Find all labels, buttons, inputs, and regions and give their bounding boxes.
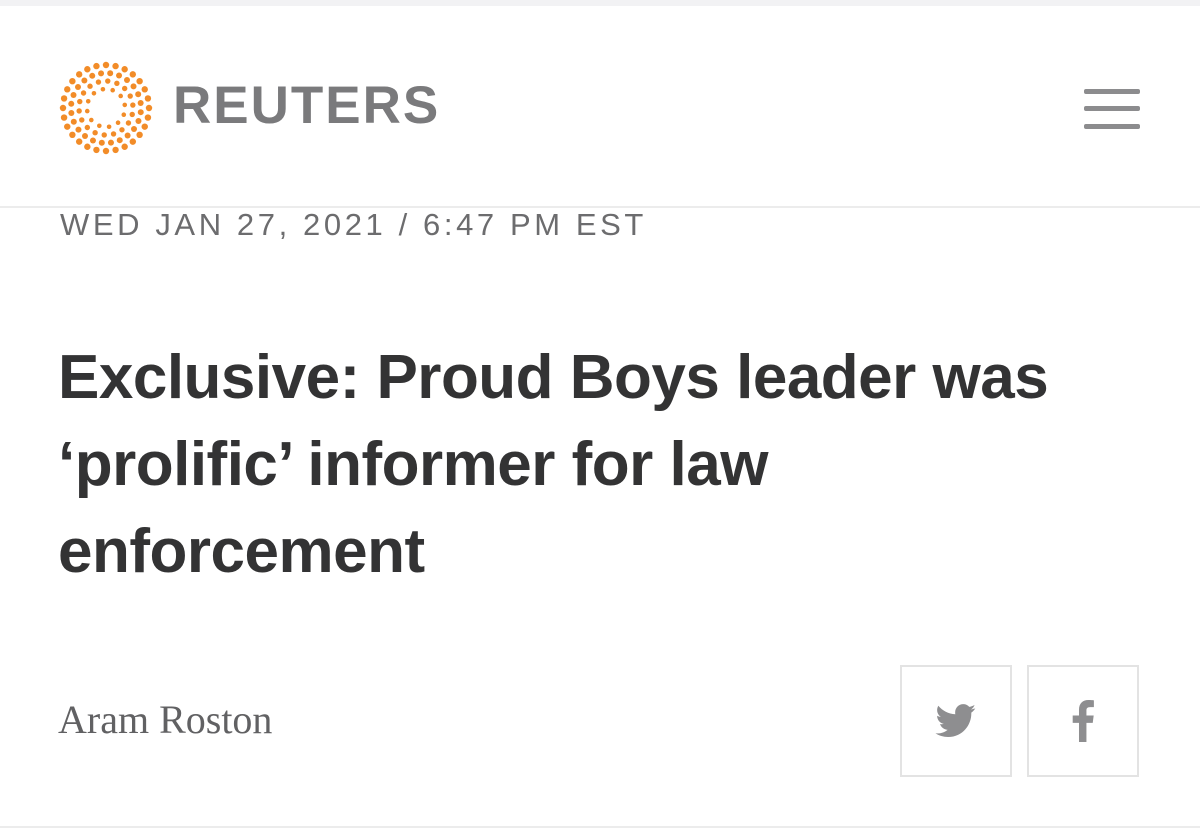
logo-dot	[105, 78, 111, 84]
site-header: REUTERS	[0, 6, 1200, 208]
menu-bar	[1084, 89, 1140, 94]
logo-dot	[141, 86, 148, 93]
logo-dot	[121, 66, 128, 73]
logo-dot	[101, 132, 107, 138]
logo-dot	[141, 123, 148, 130]
logo-dot	[107, 70, 114, 77]
logo-dot	[69, 131, 76, 139]
logo-dot	[60, 114, 68, 121]
logo-dot	[70, 118, 77, 125]
logo-dot	[93, 146, 100, 154]
logo-dot	[75, 71, 83, 78]
logo-dot	[124, 132, 131, 139]
article-headline: Exclusive: Proud Boys leader was ‘prolif…	[58, 343, 1049, 586]
logo-dot	[84, 124, 91, 131]
logo-dot	[110, 87, 115, 93]
logo-dot	[60, 95, 68, 102]
logo-dot	[107, 139, 114, 146]
logo-dot	[130, 102, 136, 108]
logo-dot	[89, 72, 96, 79]
logo-dot	[129, 138, 137, 145]
logo-dot	[80, 90, 87, 96]
logo-dot	[93, 62, 100, 70]
logo-dot	[84, 108, 90, 114]
logo-dot	[116, 72, 123, 79]
logo-dot	[98, 70, 105, 77]
logo-dot	[59, 104, 67, 112]
logo-dot	[130, 83, 137, 90]
logo-dot	[77, 98, 83, 105]
share-twitter-button[interactable]	[900, 665, 1012, 777]
logo-dot	[84, 143, 91, 150]
logo-dot	[118, 93, 123, 99]
logo-dot	[116, 137, 123, 144]
logo-dot	[136, 131, 143, 139]
logo-dot	[135, 118, 142, 125]
share-facebook-button[interactable]	[1027, 665, 1139, 777]
logo-dot	[112, 146, 119, 154]
logo-dot	[127, 93, 133, 99]
logo-dot	[122, 102, 128, 108]
menu-bar	[1084, 106, 1140, 111]
logo-dot	[81, 77, 88, 84]
logo-dot	[97, 123, 102, 129]
logo-dot	[82, 133, 88, 139]
logo-dot	[87, 83, 93, 89]
logo-dot	[75, 84, 81, 90]
logo-dot	[145, 104, 153, 112]
logo-dot	[64, 86, 71, 93]
logo-dot	[76, 108, 82, 114]
logo-dot	[114, 80, 120, 86]
logo-dot	[129, 71, 137, 78]
logo-dot	[125, 120, 132, 126]
logo-dot	[137, 109, 144, 116]
logo-dot	[85, 99, 91, 104]
logo-dot	[119, 127, 125, 133]
logo-dot	[79, 117, 85, 123]
logo-dot	[106, 124, 112, 130]
logo-dot	[136, 77, 143, 85]
logo-dot	[129, 111, 135, 118]
logo-dot	[124, 77, 130, 83]
logo-dot	[144, 114, 152, 121]
logo-dot	[110, 131, 117, 137]
logo-dot	[115, 120, 121, 125]
logo-dot	[102, 61, 110, 69]
logo-dot	[75, 138, 83, 145]
logo-dot	[121, 143, 128, 150]
logo-dot	[91, 91, 97, 96]
author-byline[interactable]: Aram Roston	[58, 697, 272, 743]
logo-dot	[95, 79, 102, 85]
brand-name[interactable]: REUTERS	[173, 76, 440, 136]
bottom-divider	[0, 826, 1200, 828]
article-dateline: WED JAN 27, 2021 / 6:47 PM EST	[60, 207, 647, 242]
logo-dot	[102, 147, 110, 155]
logo-dot	[121, 85, 128, 92]
twitter-bird-icon	[935, 704, 976, 737]
logo-dot	[121, 112, 127, 117]
logo-dot	[68, 100, 75, 107]
logo-dot	[144, 95, 152, 102]
logo-dot	[135, 91, 142, 98]
logo-dot	[137, 100, 144, 107]
menu-bar	[1084, 124, 1140, 129]
facebook-f-icon	[1072, 700, 1094, 742]
logo-dot	[92, 130, 98, 136]
hamburger-menu-icon[interactable]	[1080, 82, 1144, 136]
logo-dot	[64, 123, 71, 130]
logo-dot	[69, 77, 76, 85]
logo-dot	[89, 117, 94, 123]
logo-dot	[70, 91, 77, 98]
logo-dot	[131, 126, 137, 132]
logo-dot	[75, 126, 82, 133]
logo-dot	[112, 62, 119, 70]
logo-dot	[100, 86, 106, 92]
logo-dot	[84, 66, 91, 73]
logo-dot	[89, 137, 96, 144]
reuters-logo-icon[interactable]	[58, 60, 154, 156]
logo-dot	[98, 139, 105, 146]
logo-dot	[68, 109, 75, 116]
